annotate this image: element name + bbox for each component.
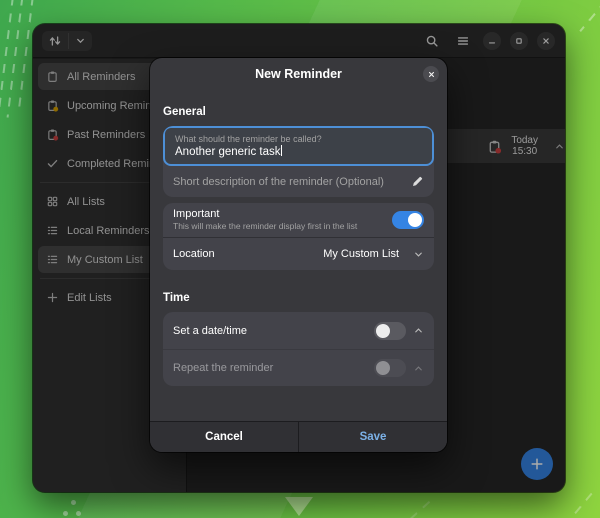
toggle-knob [376,361,390,375]
important-subtitle: This will make the reminder display firs… [173,221,392,232]
dialog-header: New Reminder [150,58,447,90]
repeat-row[interactable]: Repeat the reminder [163,349,434,386]
wallpaper-dot [71,500,76,505]
important-toggle[interactable] [392,211,424,229]
cancel-button[interactable]: Cancel [150,422,298,452]
chevron-down-icon [413,249,424,260]
important-location-group: Important This will make the reminder di… [163,203,434,270]
location-label: Location [173,248,215,260]
description-placeholder: Short description of the reminder (Optio… [173,176,384,188]
general-group: What should the reminder be called? Anot… [163,126,434,197]
save-button[interactable]: Save [298,422,447,452]
new-reminder-dialog: New Reminder General What should the rem… [150,58,447,452]
app-window: All Reminders Upcoming Reminders Past Re… [33,24,565,492]
dialog-title: New Reminder [255,67,342,81]
reminder-title-input[interactable]: What should the reminder be called? Anot… [163,126,434,166]
general-section-label: General [163,106,434,118]
dialog-close-button[interactable] [423,66,439,82]
location-row[interactable]: Location My Custom List [163,237,434,270]
datetime-toggle[interactable] [374,322,406,340]
important-row: Important This will make the reminder di… [163,203,434,237]
title-input-label: What should the reminder be called? [175,133,422,145]
description-row[interactable]: Short description of the reminder (Optio… [163,166,434,197]
title-input-value: Another generic task [175,145,422,160]
wallpaper-triangle [285,497,313,516]
location-value: My Custom List [323,248,399,260]
chevron-up-icon [413,325,424,336]
toggle-knob [376,324,390,338]
wallpaper-dot [76,511,81,516]
edit-pencil-icon [411,175,424,188]
dialog-actions: Cancel Save [150,421,447,452]
datetime-label: Set a date/time [173,325,247,337]
toggle-knob [408,213,422,227]
close-icon [427,70,436,79]
time-section-label: Time [163,292,434,304]
dialog-body: General What should the reminder be call… [150,90,447,421]
time-group: Set a date/time Repeat the reminder [163,312,434,386]
important-title: Important [173,208,392,221]
chevron-up-icon [413,363,424,374]
datetime-row[interactable]: Set a date/time [163,312,434,349]
repeat-label: Repeat the reminder [173,362,273,374]
repeat-toggle[interactable] [374,359,406,377]
text-caret [281,145,282,156]
wallpaper-dot [63,511,68,516]
